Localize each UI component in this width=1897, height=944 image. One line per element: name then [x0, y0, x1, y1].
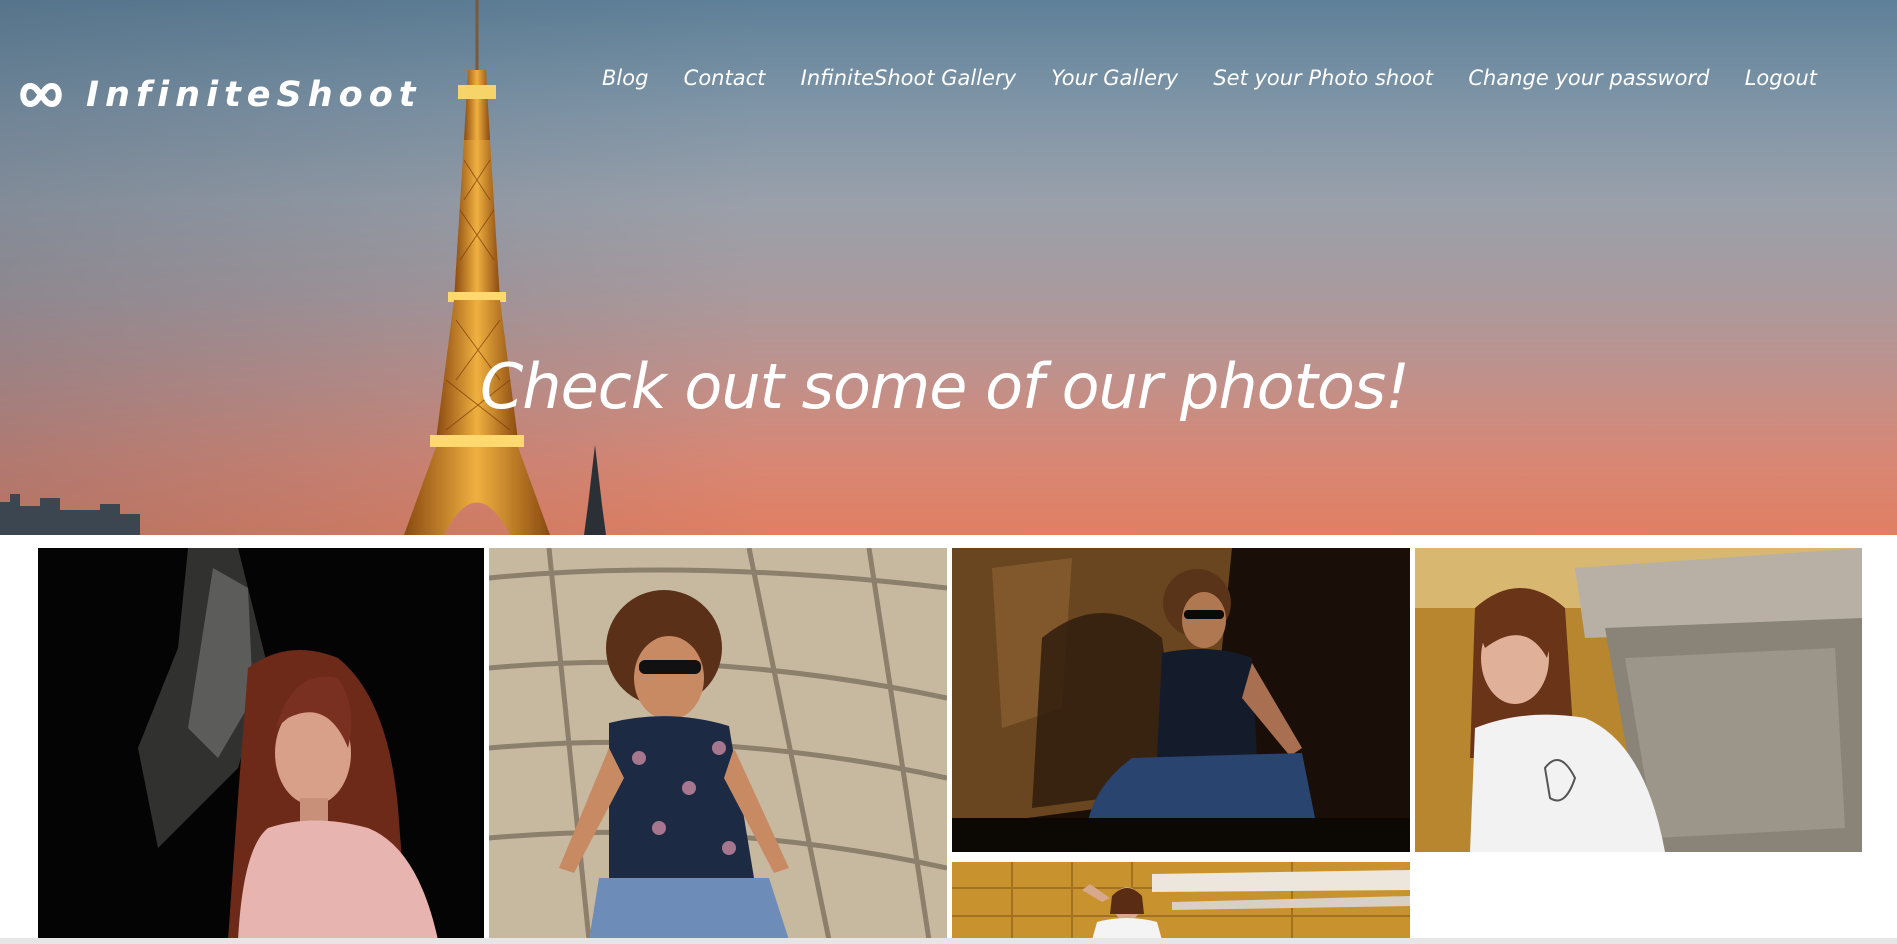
gallery-photo-curly-man-shadow[interactable]: [952, 548, 1410, 852]
gallery-photo-woman-pink-blouse[interactable]: [38, 548, 484, 940]
nav-link-contact[interactable]: Contact: [684, 66, 766, 90]
main-navigation: Blog Contact InfiniteShoot Gallery Your …: [602, 66, 1817, 90]
gallery-photo-curly-man-sitting[interactable]: [489, 548, 947, 940]
nav-link-your-gallery[interactable]: Your Gallery: [1051, 66, 1178, 90]
nav-link-set-photo-shoot[interactable]: Set your Photo shoot: [1213, 66, 1433, 90]
photo-image: [952, 548, 1410, 852]
gallery-photo-woman-yellow-building[interactable]: [952, 862, 1410, 940]
city-rooftops-image: [0, 494, 140, 535]
nav-link-change-password[interactable]: Change your password: [1468, 66, 1709, 90]
eiffel-tower-image: [404, 0, 550, 535]
infinity-icon: [20, 82, 62, 108]
brand-logo[interactable]: InfiniteShoot: [18, 70, 422, 120]
brand-name: InfiniteShoot: [86, 75, 422, 115]
photo-image: [489, 548, 947, 940]
church-spire-image: [584, 445, 606, 535]
photo-image: [1415, 548, 1862, 852]
gallery-photo-woman-white-tshirt[interactable]: [1415, 548, 1862, 852]
nav-link-infiniteshoot-gallery[interactable]: InfiniteShoot Gallery: [801, 66, 1016, 90]
hero-banner: InfiniteShoot Blog Contact InfiniteShoot…: [0, 0, 1897, 535]
photo-image: [952, 862, 1410, 940]
nav-link-logout[interactable]: Logout: [1745, 66, 1817, 90]
page-bottom-divider: [0, 938, 1897, 944]
nav-link-blog[interactable]: Blog: [602, 66, 648, 90]
photo-image: [38, 548, 484, 940]
hero-heading: Check out some of our photos!: [480, 350, 1410, 423]
